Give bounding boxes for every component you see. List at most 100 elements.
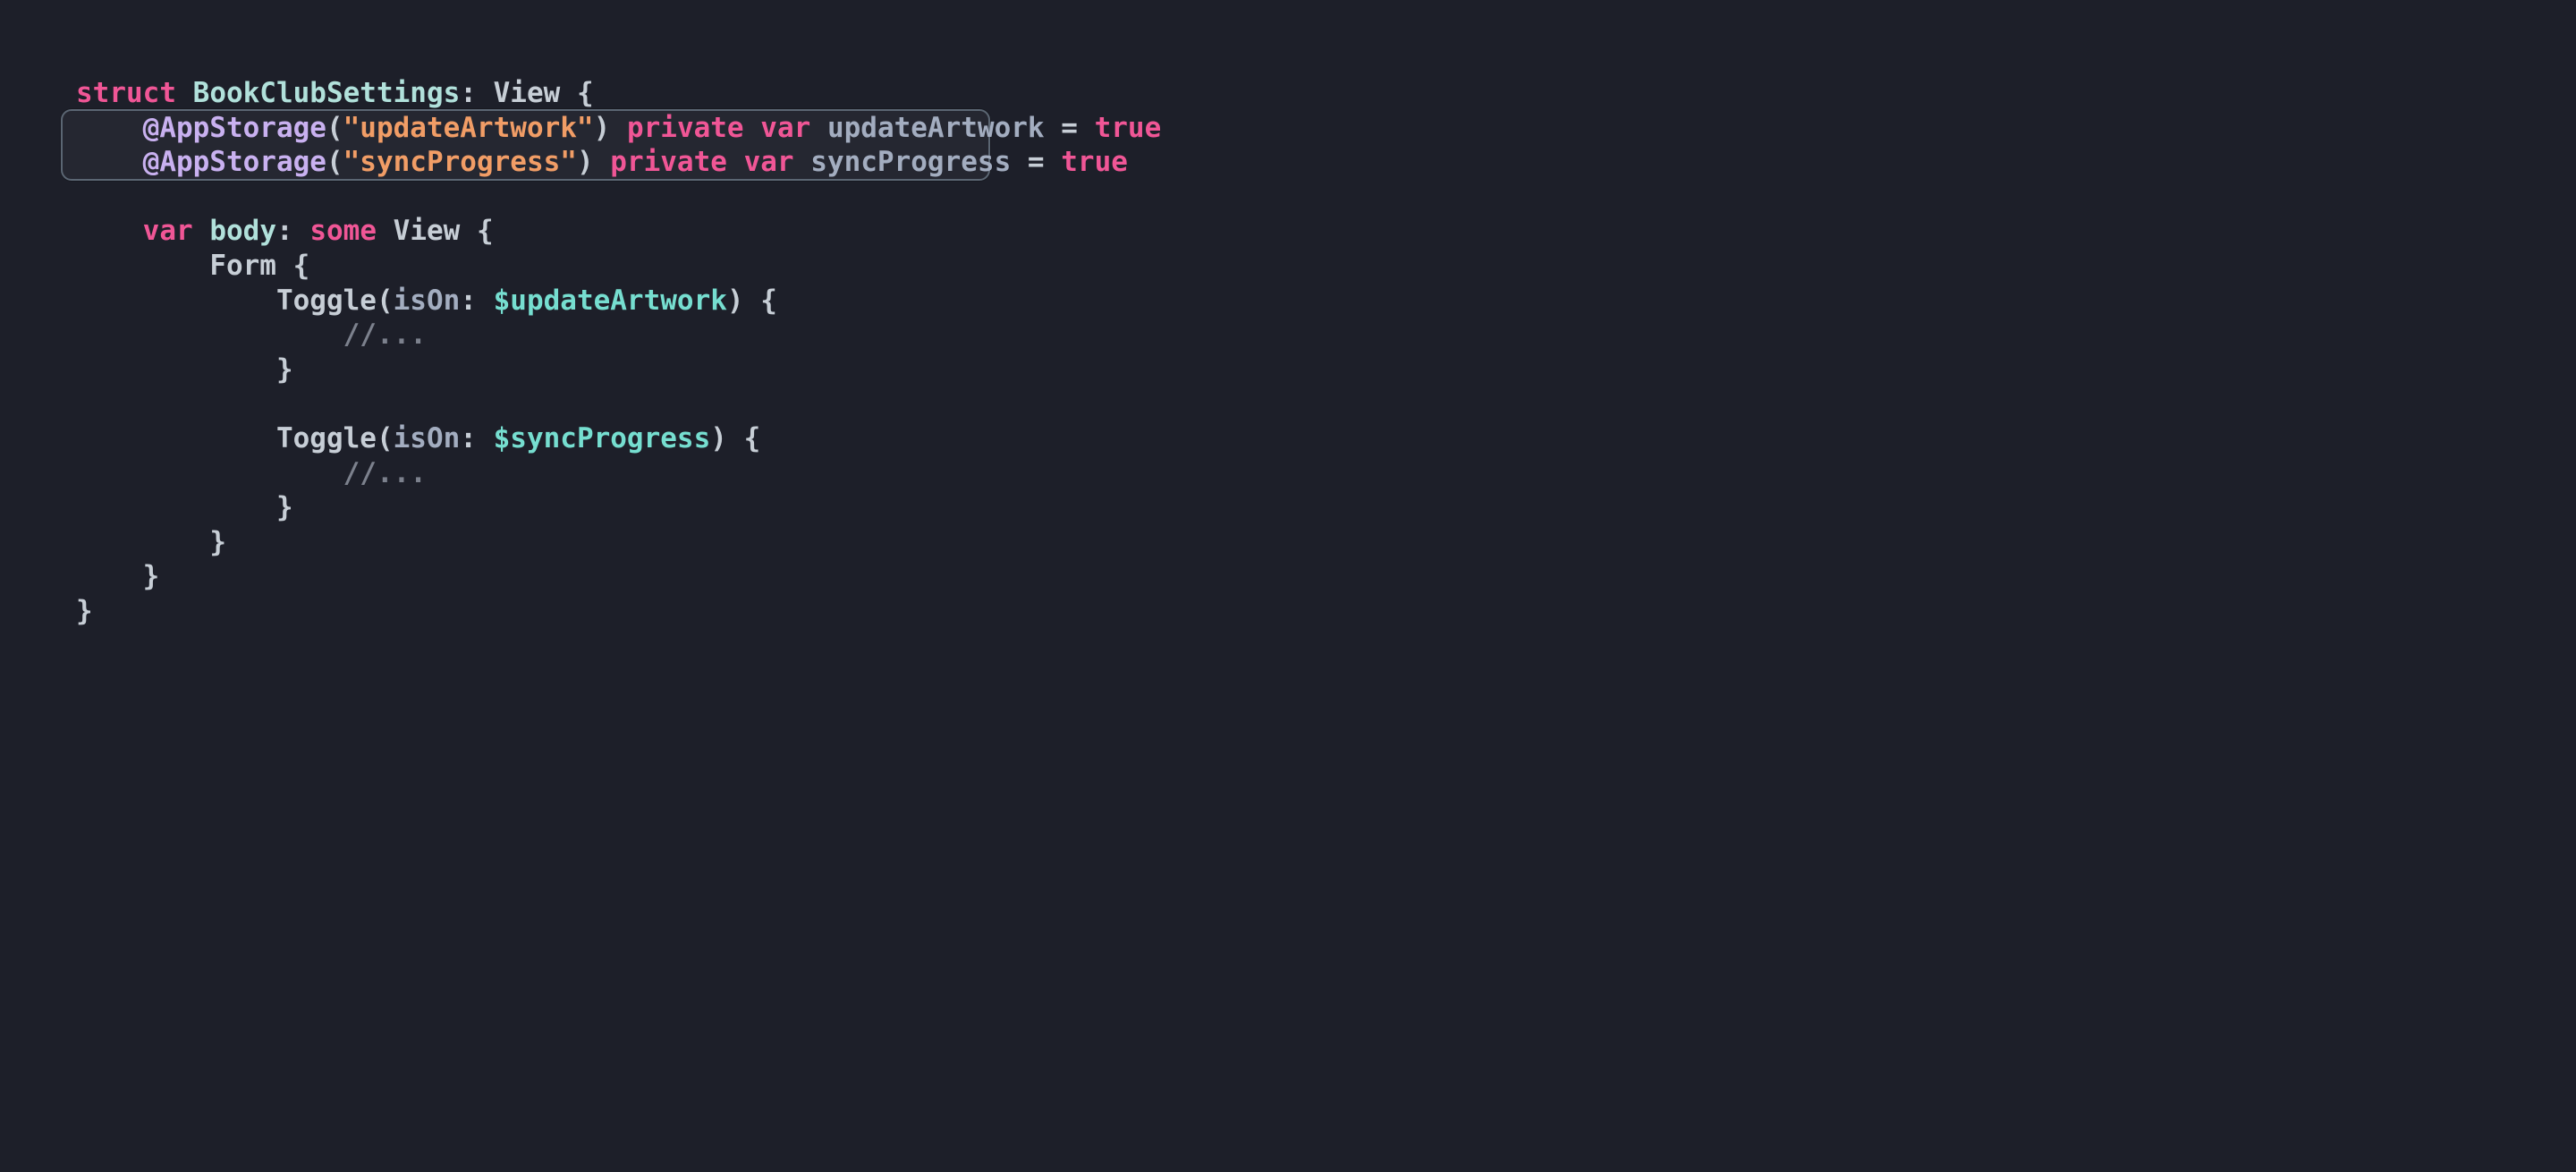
code-line-2: @AppStorage("updateArtwork") private var… (76, 112, 1161, 144)
identifier: updateArtwork (827, 112, 1045, 144)
brace-open: { (760, 285, 777, 317)
indent (76, 560, 143, 592)
space (810, 112, 827, 144)
code-line-6: Form { (76, 250, 309, 282)
colon: : (460, 77, 477, 109)
space (460, 215, 477, 247)
keyword-true: true (1061, 146, 1128, 178)
arg-label: isOn (394, 422, 461, 454)
brace-open: { (293, 250, 310, 282)
keyword-private: private (627, 112, 744, 144)
indent (76, 250, 143, 282)
indent (143, 457, 210, 489)
space (1078, 112, 1095, 144)
space (727, 422, 744, 454)
indent (143, 353, 210, 386)
indent (143, 285, 210, 317)
keyword-private: private (610, 146, 727, 178)
code-line-9: } (76, 353, 293, 386)
keyword-var: var (143, 215, 193, 247)
space (1045, 112, 1062, 144)
paren-open: ( (326, 146, 343, 178)
indent (76, 146, 143, 178)
type-name: BookClubSettings (193, 77, 461, 109)
paren-close: ) (727, 285, 744, 317)
brace-open: { (744, 422, 761, 454)
keyword-var: var (744, 146, 794, 178)
equals: = (1028, 146, 1045, 178)
indent (143, 526, 210, 558)
space (477, 77, 494, 109)
code-block: struct BookClubSettings: View { @AppStor… (76, 76, 1161, 629)
protocol-name: View (494, 77, 561, 109)
code-line-12: //... (76, 457, 427, 489)
indent (209, 353, 276, 386)
code-line-14: } (76, 526, 226, 558)
code-line-8: //... (76, 318, 427, 351)
indent (209, 285, 276, 317)
paren-close: ) (710, 422, 727, 454)
paren-open: ( (326, 112, 343, 144)
indent (76, 285, 143, 317)
indent (76, 353, 143, 386)
space (377, 215, 394, 247)
space (276, 250, 293, 282)
keyword-true: true (1095, 112, 1162, 144)
indent (209, 491, 276, 523)
brace-open: { (477, 215, 494, 247)
indent (143, 318, 210, 351)
colon: : (460, 285, 477, 317)
keyword-struct: struct (76, 77, 176, 109)
paren-open: ( (377, 422, 394, 454)
indent (143, 250, 210, 282)
code-line-7: Toggle(isOn: $updateArtwork) { (76, 285, 777, 317)
indent (209, 422, 276, 454)
indent (143, 422, 210, 454)
indent (143, 491, 210, 523)
paren-close: ) (577, 146, 594, 178)
space (176, 77, 193, 109)
code-line-16: } (76, 595, 93, 627)
space (727, 146, 744, 178)
indent (76, 491, 143, 523)
code-line-3: @AppStorage("syncProgress") private var … (76, 146, 1128, 178)
brace-close: } (76, 595, 93, 627)
space (1045, 146, 1062, 178)
binding: $updateArtwork (494, 285, 727, 317)
brace-close: } (276, 353, 293, 386)
space (610, 112, 627, 144)
code-line-15: } (76, 560, 159, 592)
string-literal: "updateArtwork" (343, 112, 594, 144)
string-literal: "syncProgress" (343, 146, 577, 178)
comment: //... (343, 318, 427, 351)
space (560, 77, 577, 109)
type-toggle: Toggle (276, 285, 377, 317)
indent (276, 457, 343, 489)
colon: : (276, 215, 293, 247)
space (744, 112, 761, 144)
type-form: Form (209, 250, 276, 282)
code-line-5: var body: some View { (76, 215, 494, 247)
indent (209, 457, 276, 489)
brace-close: } (276, 491, 293, 523)
identifier-body: body (209, 215, 276, 247)
binding: $syncProgress (494, 422, 711, 454)
brace-close: } (209, 526, 226, 558)
indent (76, 112, 143, 144)
space (744, 285, 761, 317)
space (193, 215, 210, 247)
keyword-some: some (309, 215, 377, 247)
brace-close: } (143, 560, 160, 592)
brace-open: { (577, 77, 594, 109)
equals: = (1061, 112, 1078, 144)
indent (276, 318, 343, 351)
space (293, 215, 310, 247)
code-line-13: } (76, 491, 293, 523)
space (1011, 146, 1028, 178)
code-line-11: Toggle(isOn: $syncProgress) { (76, 422, 760, 454)
attribute-appstorage: @AppStorage (143, 112, 326, 144)
colon: : (460, 422, 477, 454)
paren-open: ( (377, 285, 394, 317)
indent (76, 215, 143, 247)
type-toggle: Toggle (276, 422, 377, 454)
